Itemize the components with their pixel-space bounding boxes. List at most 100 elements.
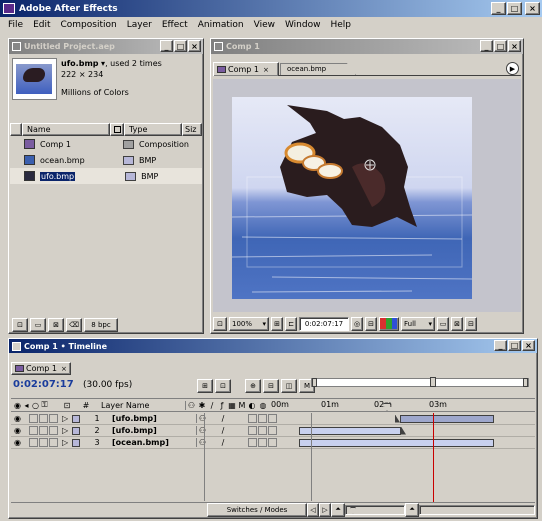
effect-switch-icon[interactable]: ƒ <box>217 401 227 410</box>
expand-triangle-icon[interactable]: ▷ <box>62 426 72 435</box>
scroll-left-icon[interactable]: ◁ <box>307 502 319 517</box>
layer-row[interactable]: ◉ ▷ 2 [ufo.bmp] ⚇ ∕ <box>11 425 535 437</box>
audio-checkbox[interactable] <box>29 414 38 423</box>
layer-name[interactable]: [ufo.bmp] <box>110 414 196 423</box>
label-col-icon[interactable] <box>110 123 124 136</box>
adjustment-switch-icon[interactable]: ◐ <box>247 401 257 410</box>
shy-switch-icon[interactable]: ⚇ <box>185 400 197 410</box>
timeline-tab-comp-1[interactable]: Comp 1 × <box>11 362 71 375</box>
region-of-interest-icon[interactable]: ▭ <box>437 316 449 331</box>
solo-checkbox[interactable] <box>39 438 48 447</box>
comp-flowchart-icon[interactable]: ⊞ <box>197 379 213 393</box>
options-arrow-icon[interactable]: ▶ <box>506 62 519 75</box>
eye-icon[interactable]: ◉ <box>13 438 22 447</box>
zoom-in-icon[interactable]: ⏶ <box>405 502 419 517</box>
layer-duration-bar[interactable] <box>299 438 494 447</box>
motion-blur-checkbox[interactable] <box>248 438 257 447</box>
timecode-icon[interactable]: ⊏ <box>285 316 297 331</box>
time-ruler[interactable]: 00m 01m 02m 03m <box>269 399 535 411</box>
work-area-start-handle[interactable] <box>312 378 317 387</box>
out-point-marker[interactable] <box>401 426 406 435</box>
composition-viewer[interactable] <box>232 97 472 299</box>
adjustment-checkbox[interactable] <box>258 426 267 435</box>
shy-switch-icon[interactable]: ⚇ <box>196 438 208 447</box>
menu-help[interactable]: Help <box>325 17 356 33</box>
layer-name[interactable]: [ocean.bmp] <box>110 438 196 447</box>
col-type[interactable]: Type <box>124 123 182 136</box>
close-icon[interactable]: × <box>188 40 201 52</box>
layer-row[interactable]: ◉ ▷ 3 [ocean.bmp] ⚇ ∕ <box>11 437 535 449</box>
adjustment-checkbox[interactable] <box>258 414 267 423</box>
new-folder-icon[interactable]: ▭ <box>30 317 46 332</box>
3d-checkbox[interactable] <box>268 414 277 423</box>
lock-switch-icon[interactable]: ⚿ <box>40 400 49 410</box>
layer-name-header[interactable]: Layer Name <box>99 401 185 410</box>
lock-checkbox[interactable] <box>49 414 58 423</box>
menu-animation[interactable]: Animation <box>193 17 249 33</box>
motion-blur-checkbox[interactable] <box>248 426 257 435</box>
adjustment-checkbox[interactable] <box>258 438 267 447</box>
work-area-end-handle[interactable] <box>523 378 528 387</box>
trash-icon[interactable]: ⌫ <box>66 317 82 332</box>
resolution-select[interactable]: Full ▾ <box>401 316 435 331</box>
quality-switch-icon[interactable]: ∕ <box>218 426 228 435</box>
solo-checkbox[interactable] <box>39 426 48 435</box>
bit-depth-button[interactable]: 8 bpc <box>84 317 118 332</box>
close-icon[interactable]: × <box>522 340 535 351</box>
close-tab-icon[interactable]: × <box>61 365 67 373</box>
maximize-icon[interactable]: □ <box>174 40 187 52</box>
audio-switch-icon[interactable]: ◂ <box>22 401 31 410</box>
maximize-icon[interactable]: □ <box>507 2 522 15</box>
menu-effect[interactable]: Effect <box>157 17 193 33</box>
eye-icon[interactable]: ◉ <box>13 414 22 423</box>
col-size[interactable]: Siz <box>182 123 202 136</box>
channel-icon[interactable] <box>379 316 399 331</box>
motion-blur-checkbox[interactable] <box>248 414 257 423</box>
horizontal-scrollbar[interactable] <box>419 504 535 515</box>
audio-checkbox[interactable] <box>29 438 38 447</box>
motion-blur-switch-icon[interactable]: M <box>237 401 247 410</box>
interpret-footage-icon[interactable]: ⊡ <box>12 317 28 332</box>
solo-checkbox[interactable] <box>39 414 48 423</box>
motion-blur-icon[interactable]: ◫ <box>281 379 297 393</box>
label-color-icon[interactable] <box>72 438 80 447</box>
minimize-icon[interactable]: _ <box>480 40 493 52</box>
shy-switch-icon[interactable]: ⚇ <box>196 426 208 435</box>
minimize-icon[interactable]: _ <box>494 340 507 351</box>
transparency-grid-icon[interactable]: ⊠ <box>451 316 463 331</box>
maximize-icon[interactable]: □ <box>494 40 507 52</box>
draft-3d-icon[interactable]: ⊕ <box>245 379 261 393</box>
collapse-switch-icon[interactable]: ✱ <box>197 401 207 410</box>
solo-switch-icon[interactable]: ○ <box>31 401 40 410</box>
shy-switch-icon[interactable]: ⚇ <box>196 414 208 423</box>
quality-switch-icon[interactable]: ∕ <box>218 414 228 423</box>
tab-ocean[interactable]: ocean.bmp <box>280 63 356 75</box>
lock-checkbox[interactable] <box>49 426 58 435</box>
minimize-icon[interactable]: _ <box>160 40 173 52</box>
comp-timecode[interactable]: 0:02:07:17 <box>299 316 349 331</box>
menu-view[interactable]: View <box>249 17 280 33</box>
list-item[interactable]: ocean.bmp BMP <box>10 152 202 168</box>
3d-view-icon[interactable]: ⊟ <box>465 316 477 331</box>
timeline-timecode[interactable]: 0:02:07:17 <box>13 379 74 390</box>
work-area-bar[interactable] <box>311 377 529 387</box>
close-icon[interactable]: × <box>525 2 540 15</box>
new-composition-icon[interactable]: ⊠ <box>48 317 64 332</box>
layer-duration-bar[interactable] <box>400 414 494 423</box>
maximize-icon[interactable]: □ <box>508 340 521 351</box>
expand-triangle-icon[interactable]: ▷ <box>62 438 72 447</box>
lock-checkbox[interactable] <box>49 438 58 447</box>
col-name[interactable]: Name <box>22 123 110 136</box>
layer-row[interactable]: ◉ ▷ 1 [ufo.bmp] ⚇ ∕ <box>11 413 535 425</box>
safe-zones-icon[interactable]: ⊡ <box>213 316 227 331</box>
zoom-slider[interactable] <box>345 504 405 515</box>
menu-layer[interactable]: Layer <box>122 17 157 33</box>
menu-edit[interactable]: Edit <box>28 17 55 33</box>
3d-checkbox[interactable] <box>268 426 277 435</box>
show-snapshot-icon[interactable]: ⊟ <box>365 316 377 331</box>
label-color-icon[interactable] <box>72 414 80 423</box>
menu-window[interactable]: Window <box>280 17 326 33</box>
live-update-icon[interactable]: ⊡ <box>215 379 231 393</box>
eye-icon[interactable]: ◉ <box>13 426 22 435</box>
quality-switch-icon[interactable]: ∕ <box>207 401 217 410</box>
